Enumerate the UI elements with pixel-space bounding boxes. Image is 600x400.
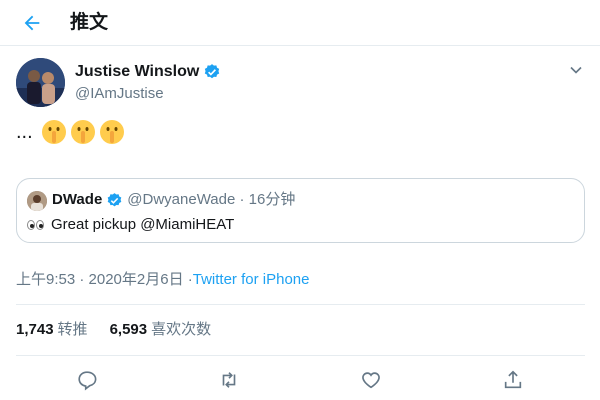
likes-label[interactable]: 喜欢次数: [151, 320, 211, 340]
share-icon[interactable]: [499, 366, 527, 394]
divider: [16, 355, 585, 356]
quoted-author-row: DWade @DwyaneWade · 16分钟: [52, 190, 295, 210]
quoted-author-name: DWade: [52, 191, 103, 208]
verified-badge-icon: [203, 63, 221, 81]
chevron-down-icon[interactable]: [566, 60, 586, 80]
author-name[interactable]: Justise Winslow: [75, 61, 199, 83]
shushing-face-emoji-icon: [41, 119, 67, 145]
tweet-timestamp[interactable]: 上午9:53 · 2020年2月6日 ·: [16, 270, 193, 290]
eyes-emoji-icon: [27, 220, 45, 230]
quoted-tweet-body: Great pickup @MiamiHEAT: [51, 216, 235, 233]
back-arrow-icon[interactable]: [18, 9, 46, 37]
author-name-row: Justise Winslow: [75, 61, 221, 83]
divider: [16, 304, 585, 305]
quoted-author-avatar: [27, 191, 47, 211]
tweet-text-ellipsis: ...: [16, 121, 33, 143]
shushing-face-emoji-icon: [70, 119, 96, 145]
like-icon[interactable]: [357, 366, 385, 394]
retweets-count[interactable]: 1,743: [16, 320, 54, 340]
tweet-source-link[interactable]: Twitter for iPhone: [193, 270, 310, 290]
quoted-tweet-card[interactable]: DWade @DwyaneWade · 16分钟 Great pickup @M…: [16, 178, 585, 243]
tweet-actions: [0, 366, 600, 394]
author-avatar[interactable]: [16, 58, 65, 107]
shushing-face-emoji-icon: [99, 119, 125, 145]
likes-count[interactable]: 6,593: [110, 320, 148, 340]
tweet-meta: 上午9:53 · 2020年2月6日 · Twitter for iPhone: [16, 270, 309, 290]
verified-badge-icon: [106, 192, 123, 209]
author-handle[interactable]: @IAmJustise: [75, 84, 164, 104]
page-title: 推文: [70, 11, 109, 33]
page-header: 推文: [0, 0, 600, 46]
quoted-author-handle: @DwyaneWade · 16分钟: [127, 191, 296, 208]
tweet-stats: 1,743 转推 6,593 喜欢次数: [16, 320, 233, 340]
quoted-tweet-text: Great pickup @MiamiHEAT: [27, 215, 234, 235]
tweet-text: ...: [16, 116, 128, 148]
retweet-icon[interactable]: [215, 366, 243, 394]
retweets-label[interactable]: 转推: [58, 320, 88, 340]
reply-icon[interactable]: [73, 366, 101, 394]
